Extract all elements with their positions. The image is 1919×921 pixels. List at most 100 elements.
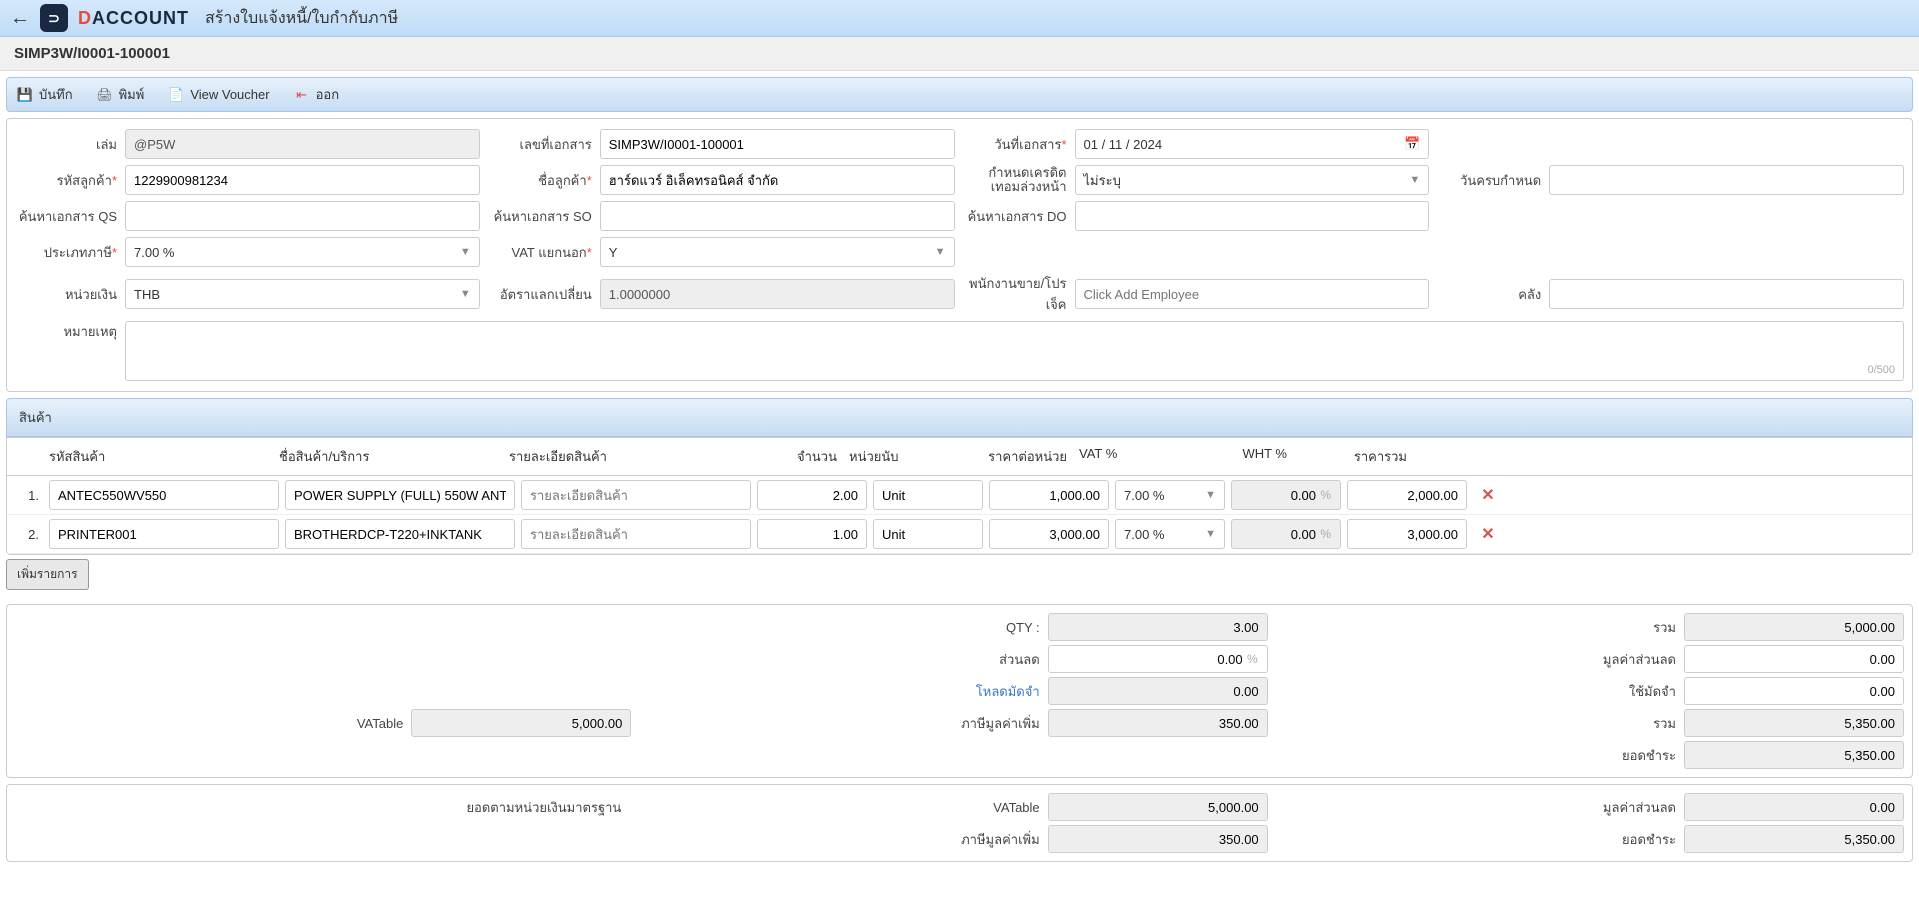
- remark-textarea[interactable]: 0/500: [125, 321, 1904, 381]
- custcode-input[interactable]: [125, 165, 480, 195]
- qty-input[interactable]: [757, 519, 867, 549]
- docdate-label: วันที่เอกสาร: [965, 134, 1075, 155]
- vat-label: ภาษีมูลค่าเพิ่ม: [908, 713, 1048, 734]
- docno-input[interactable]: [600, 129, 955, 159]
- findqs-input[interactable]: [125, 201, 480, 231]
- qty-input[interactable]: [757, 480, 867, 510]
- remark-label: หมายเหตุ: [15, 321, 125, 342]
- chevron-down-icon: ▼: [1409, 174, 1420, 186]
- vatsep-label: VAT แยกนอก: [490, 242, 600, 263]
- brand-name: DACCOUNT: [78, 8, 189, 29]
- sum2-value: [1684, 709, 1904, 737]
- vatable-value: [411, 709, 631, 737]
- book-label: เล่ม: [15, 134, 125, 155]
- taxtype-select[interactable]: 7.00 % ▼: [125, 237, 480, 267]
- header-price: ราคาต่อหน่วย: [953, 446, 1073, 467]
- header-form: เล่ม เลขที่เอกสาร วันที่เอกสาร 01 / 11 /…: [6, 118, 1913, 392]
- custcode-label: รหัสลูกค้า: [15, 170, 125, 191]
- code-input[interactable]: [49, 519, 279, 549]
- row-number: 1.: [13, 488, 43, 503]
- products-section-header: สินค้า: [6, 398, 1913, 437]
- custname-label: ชื่อลูกค้า: [490, 170, 600, 191]
- header-wht: WHT %: [1183, 446, 1293, 467]
- exit-button[interactable]: ⇤ ออก: [294, 84, 340, 105]
- detail-input[interactable]: [521, 480, 751, 510]
- price-input[interactable]: [989, 519, 1109, 549]
- print-icon: 🖨: [97, 87, 113, 103]
- duedate-label: วันครบกำหนด: [1439, 170, 1549, 191]
- sales-label: พนักงานขาย/โปรเจ็ค: [965, 273, 1075, 315]
- header-detail: รายละเอียดสินค้า: [503, 446, 733, 467]
- credit-select[interactable]: ไม่ระบุ ▼: [1075, 165, 1430, 195]
- save-button[interactable]: 💾 บันทึก: [17, 84, 73, 105]
- unit-input[interactable]: [873, 519, 983, 549]
- page-title: สร้างใบแจ้งหนี้/ใบกำกับภาษี: [205, 6, 398, 31]
- code-input[interactable]: [49, 480, 279, 510]
- disc-label: ส่วนลด: [908, 649, 1048, 670]
- sum1-total: [1684, 613, 1904, 641]
- usedeposit-input[interactable]: [1684, 677, 1904, 705]
- action-toolbar: 💾 บันทึก 🖨 พิมพ์ 📄 View Voucher ⇤ ออก: [6, 77, 1913, 112]
- duedate-input[interactable]: [1549, 165, 1904, 195]
- vat-select[interactable]: 7.00 %▼: [1115, 519, 1225, 549]
- unit-input[interactable]: [873, 480, 983, 510]
- finddo-label: ค้นหาเอกสาร DO: [965, 206, 1075, 227]
- base-vatable-value: [1048, 793, 1268, 821]
- base-title: ยอดตามหน่วยเงินมาตรฐาน: [15, 797, 631, 818]
- vatsep-select[interactable]: Y ▼: [600, 237, 955, 267]
- currency-select[interactable]: THB ▼: [125, 279, 480, 309]
- sum1-label: รวม: [1544, 617, 1684, 638]
- disc-input[interactable]: [1048, 645, 1268, 673]
- vat-select[interactable]: 7.00 %▼: [1115, 480, 1225, 510]
- calendar-icon[interactable]: 📅: [1404, 136, 1420, 152]
- top-bar: ← ⊃ DACCOUNT สร้างใบแจ้งหนี้/ใบกำกับภาษี: [0, 0, 1919, 37]
- chevron-down-icon: ▼: [935, 246, 946, 258]
- price-input[interactable]: [989, 480, 1109, 510]
- wht-input: [1231, 480, 1341, 510]
- total-input[interactable]: [1347, 519, 1467, 549]
- sum2-label: รวม: [1544, 713, 1684, 734]
- qty-label: QTY :: [908, 620, 1048, 635]
- chevron-down-icon: ▼: [460, 246, 471, 258]
- add-row-button[interactable]: เพิ่มรายการ: [6, 559, 89, 590]
- finddo-input[interactable]: [1075, 201, 1430, 231]
- deposit-link[interactable]: โหลดมัดจำ: [908, 681, 1048, 702]
- row-number: 2.: [13, 527, 43, 542]
- totals-panel: QTY : รวม ส่วนลด มูลค่าส่วนลด โหลดมัดจำ …: [6, 604, 1913, 778]
- delete-row-icon[interactable]: ✕: [1481, 487, 1494, 504]
- wht-input: [1231, 519, 1341, 549]
- findqs-label: ค้นหาเอกสาร QS: [15, 206, 125, 227]
- findso-input[interactable]: [600, 201, 955, 231]
- credit-label: กำหนดเครดิตเทอมล่วงหน้า: [965, 166, 1075, 195]
- base-currency-panel: ยอดตามหน่วยเงินมาตรฐาน VATable มูลค่าส่ว…: [6, 784, 1913, 862]
- view-voucher-button[interactable]: 📄 View Voucher: [168, 87, 269, 103]
- exit-icon: ⇤: [294, 87, 310, 103]
- detail-input[interactable]: [521, 519, 751, 549]
- print-button[interactable]: 🖨 พิมพ์: [97, 84, 145, 105]
- chevron-down-icon: ▼: [1205, 489, 1216, 501]
- discamt-input[interactable]: [1684, 645, 1904, 673]
- total-input[interactable]: [1347, 480, 1467, 510]
- header-name: ชื่อสินค้า/บริการ: [273, 446, 503, 467]
- products-grid: รหัสสินค้า ชื่อสินค้า/บริการ รายละเอียดส…: [6, 437, 1913, 555]
- delete-row-icon[interactable]: ✕: [1481, 526, 1494, 543]
- back-icon[interactable]: ←: [10, 7, 30, 30]
- deposit-value: [1048, 677, 1268, 705]
- base-discamt-label: มูลค่าส่วนลด: [1544, 797, 1684, 818]
- header-total: ราคารวม: [1293, 446, 1413, 467]
- chevron-down-icon: ▼: [1205, 528, 1216, 540]
- table-row: 2. 7.00 %▼ ✕: [7, 515, 1912, 554]
- name-input[interactable]: [285, 519, 515, 549]
- custname-input[interactable]: [600, 165, 955, 195]
- findso-label: ค้นหาเอกสาร SO: [490, 206, 600, 227]
- voucher-icon: 📄: [168, 87, 184, 103]
- wh-input[interactable]: [1549, 279, 1904, 309]
- usedeposit-label: ใช้มัดจำ: [1544, 681, 1684, 702]
- sales-input[interactable]: [1075, 279, 1430, 309]
- base-vat-value: [1048, 825, 1268, 853]
- qty-total: [1048, 613, 1268, 641]
- base-due-label: ยอดชำระ: [1544, 829, 1684, 850]
- exrate-label: อัตราแลกเปลี่ยน: [490, 284, 600, 305]
- name-input[interactable]: [285, 480, 515, 510]
- docdate-input[interactable]: 01 / 11 / 2024 📅: [1075, 129, 1430, 159]
